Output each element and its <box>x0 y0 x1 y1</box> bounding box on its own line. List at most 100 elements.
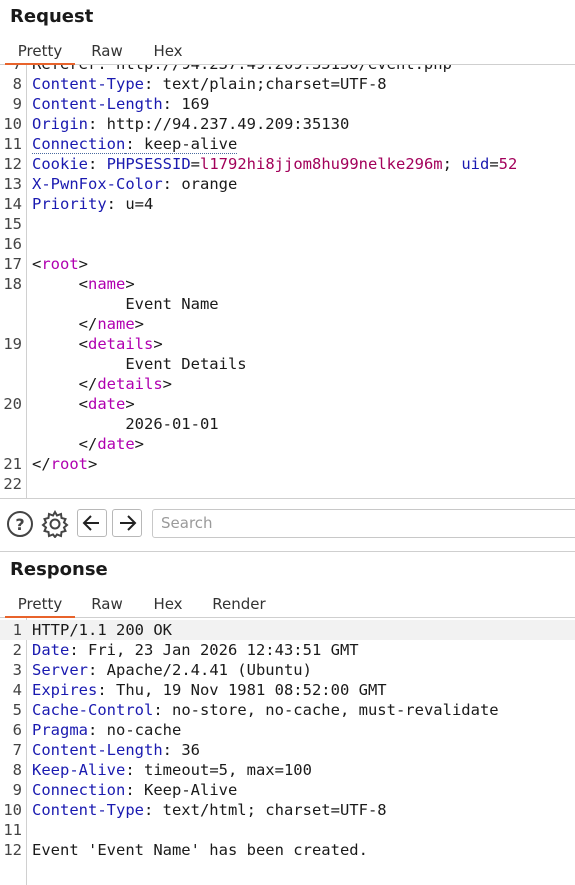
line-number: 8 <box>12 75 22 93</box>
code-line: 2026-01-01 <box>0 414 575 434</box>
code-token: Event Name <box>32 295 219 313</box>
line-number: 20 <box>3 395 22 413</box>
code-token: > <box>134 435 144 453</box>
code-text: </root> <box>32 454 97 474</box>
request-tab-hex[interactable]: Hex <box>140 40 196 64</box>
code-token: > <box>153 335 163 353</box>
response-tab-render[interactable]: Render <box>202 593 276 617</box>
code-line: 16 <box>0 234 575 254</box>
code-token: Connection <box>32 781 126 799</box>
code-line: 17 <root> <box>0 254 575 274</box>
response-tab-raw[interactable]: Raw <box>80 593 134 617</box>
code-line: 5 Cache-Control: no-store, no-cache, must… <box>0 700 575 720</box>
code-token: < <box>32 395 88 413</box>
response-tab-pretty[interactable]: Pretty <box>5 593 75 618</box>
code-token: name <box>97 315 135 333</box>
code-line: 9 Connection: Keep-Alive <box>0 780 575 800</box>
code-text: </date> <box>32 434 144 454</box>
svg-text:?: ? <box>15 515 24 534</box>
code-text: Content-Length: 36 <box>32 740 200 760</box>
code-line: 21 </root> <box>0 454 575 474</box>
code-token: : orange <box>162 175 238 193</box>
code-token: : <box>88 155 107 173</box>
search-input[interactable] <box>153 510 561 535</box>
code-token: Content-Type <box>32 75 144 93</box>
code-text: Expires: Thu, 19 Nov 1981 08:52:00 GMT <box>32 680 387 700</box>
line-number: 5 <box>12 701 22 719</box>
code-token: = <box>190 155 201 173</box>
code-text: Content-Type: text/html; charset=UTF-8 <box>32 800 387 820</box>
code-token: : 169 <box>162 95 210 113</box>
code-token: Content-Length <box>32 95 163 113</box>
code-line: 8 Content-Type: text/plain;charset=UTF-8 <box>0 74 575 94</box>
code-text: X-PwnFox-Color: orange <box>32 174 237 194</box>
code-token: 2026-01-01 <box>32 415 219 433</box>
line-number: 16 <box>3 235 22 253</box>
code-token: : u=4 <box>106 195 154 213</box>
code-token: < <box>32 335 88 353</box>
code-token: Cache-Control <box>32 701 154 719</box>
line-number: 9 <box>12 781 22 799</box>
response-tab-hex[interactable]: Hex <box>140 593 196 617</box>
code-text: Content-Length: 169 <box>32 94 209 114</box>
previous-button[interactable] <box>77 509 107 537</box>
next-button[interactable] <box>112 509 142 537</box>
code-text: Connection: keep-alive <box>32 134 238 154</box>
code-line: 7 Referer: http://94.237.49.209:35130/eve… <box>0 65 575 74</box>
code-text: <date> <box>32 394 135 414</box>
arrow-right-icon <box>120 515 137 531</box>
line-number: 22 <box>3 475 22 493</box>
line-number: 9 <box>12 95 22 113</box>
code-text: HTTP/1.1 200 OK <box>32 620 172 640</box>
code-token: details <box>88 335 154 353</box>
code-token: : keep-alive <box>125 135 238 154</box>
code-text: </details> <box>32 374 172 394</box>
code-token: l1792hi8jjom8hu99nelke296m <box>200 155 443 173</box>
code-token: Content-Length <box>32 741 163 759</box>
code-token: X-PwnFox-Color <box>32 175 163 193</box>
code-text: Pragma: no-cache <box>32 720 181 740</box>
code-text: Cache-Control: no-store, no-cache, must-… <box>32 700 499 720</box>
code-token: : timeout=5, max=100 <box>125 761 312 779</box>
code-text: Origin: http://94.237.49.209:35130 <box>32 114 349 134</box>
code-text: Priority: u=4 <box>32 194 153 214</box>
line-number: 15 <box>3 215 22 233</box>
request-tab-pretty[interactable]: Pretty <box>5 40 75 65</box>
response-editor[interactable]: 1 HTTP/1.1 200 OK 2 Date: Fri, 23 Jan 2026 … <box>0 618 575 885</box>
code-token: Expires <box>32 681 98 699</box>
code-text: </name> <box>32 314 144 334</box>
line-number: 18 <box>3 275 22 293</box>
code-token: Priority <box>32 195 107 213</box>
request-editor[interactable]: 7 Referer: http://94.237.49.209:35130/eve… <box>0 65 575 498</box>
help-icon[interactable]: ? <box>5 510 35 538</box>
code-line: </date> <box>0 434 575 454</box>
code-line: 8 Keep-Alive: timeout=5, max=100 <box>0 760 575 780</box>
code-token: : Thu, 19 Nov 1981 08:52:00 GMT <box>97 681 387 699</box>
arrow-left-icon <box>82 515 99 531</box>
code-text: Event 'Event Name' has been created. <box>32 840 368 860</box>
code-token: Event Details <box>32 355 247 373</box>
line-number: 10 <box>3 801 22 819</box>
response-tabs: Pretty Raw Hex Render <box>0 593 575 618</box>
code-token: </ <box>32 375 98 393</box>
gear-icon[interactable] <box>40 509 70 539</box>
code-text: Content-Type: text/plain;charset=UTF-8 <box>32 74 387 94</box>
code-text: Event Name <box>32 294 219 314</box>
code-token: Date <box>32 641 70 659</box>
code-line: 12 Cookie: PHPSESSID=l1792hi8jjom8hu99nel… <box>0 154 575 174</box>
code-line: 6 Pragma: no-cache <box>0 720 575 740</box>
code-token: : no-cache <box>88 721 182 739</box>
code-line: 3 Server: Apache/2.4.41 (Ubuntu) <box>0 660 575 680</box>
code-line: 1 HTTP/1.1 200 OK <box>0 620 575 640</box>
code-token: : Fri, 23 Jan 2026 12:43:51 GMT <box>69 641 359 659</box>
code-line: 4 Expires: Thu, 19 Nov 1981 08:52:00 GMT <box>0 680 575 700</box>
line-number: 6 <box>12 721 22 739</box>
code-token: 52 <box>498 155 518 173</box>
request-tab-raw[interactable]: Raw <box>80 40 134 64</box>
search-toolbar: ? <box>0 498 575 552</box>
code-token: uid <box>461 155 490 173</box>
code-text: <root> <box>32 254 88 274</box>
request-tabs: Pretty Raw Hex <box>0 40 575 65</box>
search-box <box>152 509 575 538</box>
code-text: Cookie: PHPSESSID=l1792hi8jjom8hu99nelke… <box>32 154 517 174</box>
